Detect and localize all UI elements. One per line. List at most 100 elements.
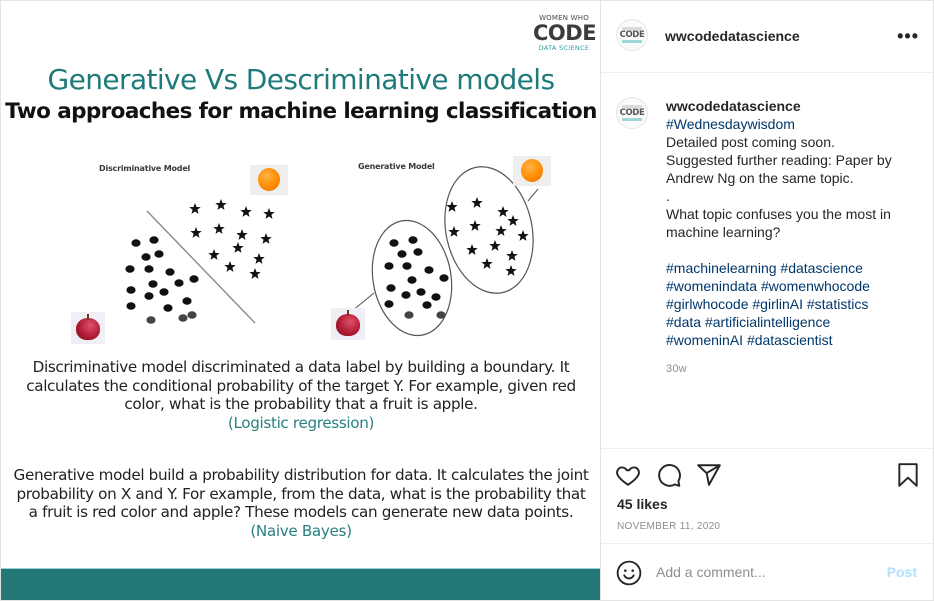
time-ago[interactable]: 30w <box>666 363 687 375</box>
post-date: NOVEMBER 11, 2020 <box>617 521 721 532</box>
caption-section: CODE wwcodedatascience #Wednesdaywisdom … <box>601 73 933 449</box>
data-point-star <box>215 199 227 210</box>
data-point-dot <box>189 275 199 283</box>
data-point-star <box>489 240 501 251</box>
data-point-dot <box>125 265 135 273</box>
data-point-star <box>260 233 272 244</box>
decision-boundary <box>146 210 256 324</box>
avatar[interactable]: CODE <box>616 97 648 129</box>
hashtag-link[interactable]: #datascientist <box>747 332 833 348</box>
orange-pointer-line <box>527 188 539 202</box>
smiley-icon[interactable] <box>616 560 642 586</box>
hashtag-row: #girlwhocode #girlinAI #statistics <box>666 295 921 313</box>
caption-line: . <box>666 188 670 204</box>
hashtag-row: #womeninAI #datascientist <box>666 331 921 349</box>
bookmark-icon[interactable] <box>895 462 921 488</box>
caption-body: wwcodedatascience #Wednesdaywisdom Detai… <box>666 97 921 349</box>
hashtag-link[interactable]: #girlinAI <box>752 296 803 312</box>
discriminative-text: Discriminative model discriminated a dat… <box>26 358 576 413</box>
avatar-logo-text: CODE <box>619 108 645 118</box>
apple-image <box>331 308 365 340</box>
generative-description: Generative model build a probability dis… <box>1 466 600 540</box>
data-point-dot <box>422 301 432 309</box>
data-point-dot <box>424 266 434 274</box>
data-point-star <box>213 223 225 234</box>
data-point-star <box>507 215 519 226</box>
wwcode-logo: WOMEN WHO CODE DATA SCIENCE <box>533 15 597 52</box>
data-point-dot <box>416 288 426 296</box>
generative-algorithm: (Naive Bayes) <box>250 521 352 540</box>
data-point-dot <box>148 280 158 288</box>
post-image[interactable]: WOMEN WHO CODE DATA SCIENCE Generative V… <box>0 0 600 601</box>
logo-line-3: DATA SCIENCE <box>538 44 590 52</box>
data-point-dot <box>165 268 175 276</box>
data-point-dot <box>144 292 154 300</box>
data-point-dot <box>386 284 396 292</box>
hashtag-link[interactable]: #statistics <box>807 296 868 312</box>
slide-subtitle: Two approaches for machine learning clas… <box>5 99 597 124</box>
apple-image <box>71 312 105 344</box>
data-point-star <box>448 226 460 237</box>
data-point-dot <box>149 236 159 244</box>
hashtag-link[interactable]: #machinelearning <box>666 260 777 276</box>
data-point-star <box>236 229 248 240</box>
data-point-dot <box>146 316 156 324</box>
hashtag-link[interactable]: #data <box>666 314 701 330</box>
data-point-star <box>253 253 265 264</box>
data-point-dot <box>163 304 173 312</box>
hashtag-row: #data #artificialintelligence <box>666 313 921 331</box>
caption-username-link[interactable]: wwcodedatascience <box>666 97 921 115</box>
hashtag-link[interactable]: #womenwhocode <box>761 278 870 294</box>
discriminative-model-label: Discriminative Model <box>99 164 191 173</box>
hashtag-row: #machinelearning #datascience <box>666 259 921 277</box>
data-point-dot <box>141 253 151 261</box>
data-point-dot <box>397 250 407 258</box>
header-username-link[interactable]: wwcodedatascience <box>665 28 800 44</box>
data-point-dot <box>126 286 136 294</box>
generative-model-label: Generative Model <box>358 162 435 171</box>
data-point-star <box>497 206 509 217</box>
data-point-star <box>208 249 220 260</box>
data-point-star <box>224 261 236 272</box>
more-horizontal-icon[interactable]: ••• <box>897 27 919 45</box>
slide-title: Generative Vs Descriminative models <box>47 63 556 96</box>
data-point-star <box>189 203 201 214</box>
post-comment-button[interactable]: Post <box>887 564 917 580</box>
comment-icon[interactable] <box>656 462 682 488</box>
avatar-logo-text: CODE <box>619 30 645 40</box>
data-point-dot <box>389 239 399 247</box>
data-point-dot <box>126 302 136 310</box>
data-point-dot <box>144 265 154 273</box>
data-point-star <box>249 268 261 279</box>
data-point-dot <box>384 262 394 270</box>
hashtag-row: #womenindata #womenwhocode <box>666 277 921 295</box>
hashtag-link[interactable]: #datascience <box>780 260 863 276</box>
data-point-dot <box>407 276 417 284</box>
heart-icon[interactable] <box>615 462 641 488</box>
hashtag-link[interactable]: #girlwhocode <box>666 296 749 312</box>
data-point-dot <box>431 293 441 301</box>
share-icon[interactable] <box>696 462 722 488</box>
data-point-star <box>471 197 483 208</box>
data-point-dot <box>401 291 411 299</box>
data-point-dot <box>187 311 197 319</box>
data-point-dot <box>439 274 449 282</box>
hashtag-link[interactable]: #womeninAI <box>666 332 743 348</box>
likes-count[interactable]: 45 likes <box>617 496 668 512</box>
data-point-star <box>469 220 481 231</box>
discriminative-description: Discriminative model discriminated a dat… <box>1 358 600 432</box>
hashtag-link[interactable]: #artificialintelligence <box>705 314 830 330</box>
orange-image <box>250 165 288 195</box>
data-point-star <box>517 230 529 241</box>
data-point-star <box>506 250 518 261</box>
data-point-dot <box>159 288 169 296</box>
data-point-dot <box>384 300 394 308</box>
hashtag-link[interactable]: #Wednesdaywisdom <box>666 115 921 133</box>
avatar[interactable]: CODE <box>616 19 648 51</box>
orange-image <box>513 156 551 186</box>
data-point-dot <box>413 248 423 256</box>
comment-input[interactable] <box>656 559 876 585</box>
data-point-dot <box>404 311 414 319</box>
hashtag-link[interactable]: #womenindata <box>666 278 757 294</box>
data-point-star <box>446 201 458 212</box>
